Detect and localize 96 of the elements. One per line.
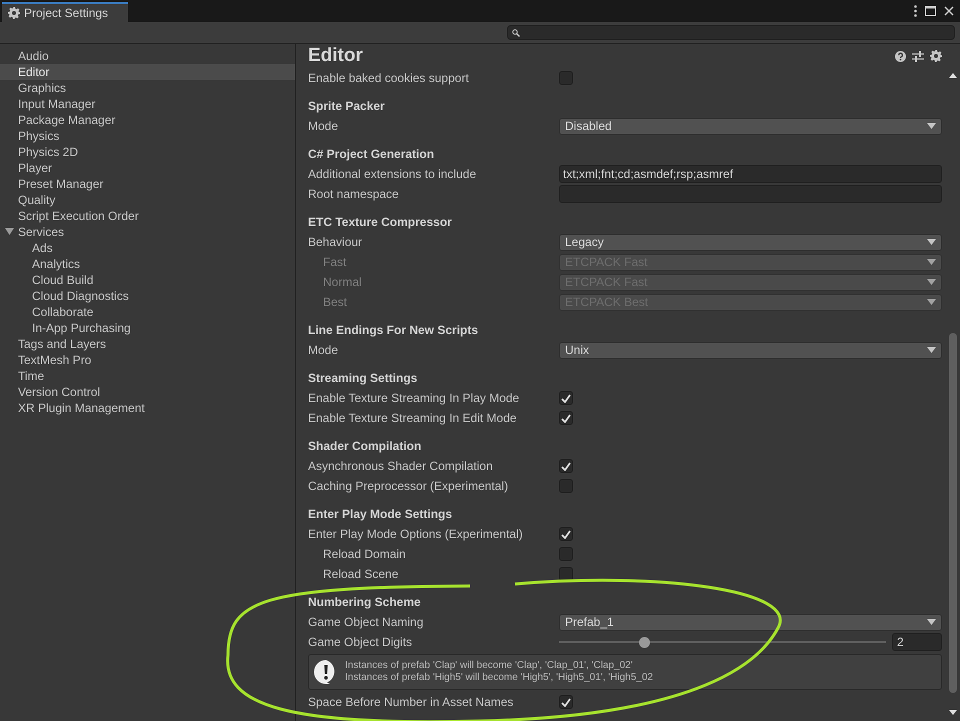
scroll-thumb[interactable] [949,333,957,693]
sidebar-item[interactable]: In-App Purchasing [0,320,295,336]
field-label: Reload Scene [323,567,398,581]
dropdown[interactable]: Unix [559,342,942,358]
checkbox[interactable] [559,479,573,493]
caret-icon [927,619,936,625]
caret-icon [927,239,936,245]
checkmark-icon [561,698,571,706]
sidebar-item[interactable]: Player [0,160,295,176]
sidebar-item[interactable]: XR Plugin Management [0,400,295,416]
caret-icon [927,299,936,305]
field-label: Space Before Number in Asset Names [308,695,514,709]
field-label: Mode [308,343,338,357]
section-heading: Line Endings For New Scripts [308,322,480,339]
more-options-icon[interactable] [914,5,917,17]
checkbox[interactable] [559,527,573,541]
sidebar-item[interactable]: Editor [0,64,295,80]
search-icon [512,28,520,36]
sidebar-item[interactable]: Input Manager [0,96,295,112]
scroll-up-icon[interactable] [949,73,957,78]
caret-icon [927,259,936,265]
field-label: Enable Texture Streaming In Play Mode [308,391,520,405]
checkmark-icon [561,530,571,538]
sidebar-item[interactable]: Audio [0,48,295,64]
checkbox[interactable] [559,695,573,709]
sidebar-item[interactable]: Physics 2D [0,144,295,160]
field-label: Game Object Naming [308,615,424,629]
field-label: Caching Preprocessor (Experimental) [308,479,508,493]
sidebar-item[interactable]: Script Execution Order [0,208,295,224]
sidebar-item[interactable]: Cloud Build [0,272,295,288]
gear-icon [8,7,20,19]
slider-thumb[interactable] [639,636,650,648]
checkbox[interactable] [559,391,573,405]
window-tab[interactable]: Project Settings [2,2,128,22]
dropdown[interactable]: Prefab_1 [559,614,942,630]
checkmark-icon [561,394,571,402]
field-label: Best [323,295,348,309]
maximize-icon[interactable] [925,6,936,16]
checkmark-icon [561,462,571,470]
sidebar-item[interactable]: Preset Manager [0,176,295,192]
text-field[interactable]: txt;xml;fnt;cd;asmdef;rsp;asmref [559,165,942,183]
section-heading: Shader Compilation [308,438,422,455]
checkbox[interactable] [559,567,573,581]
sidebar-item[interactable]: Analytics [0,256,295,272]
field-label: Enable Texture Streaming In Edit Mode [308,411,517,425]
sidebar-item[interactable]: Tags and Layers [0,336,295,352]
field-label: Asynchronous Shader Compilation [308,459,493,473]
window-title: Project Settings [24,6,108,20]
checkmark-icon [561,414,571,422]
sidebar-item[interactable]: Graphics [0,80,295,96]
checkbox[interactable] [559,411,573,425]
sidebar-item[interactable]: Ads [0,240,295,256]
field-label: Enter Play Mode Options (Experimental) [308,527,523,541]
field-label: Game Object Digits [308,635,412,649]
sidebar-item[interactable]: Collaborate [0,304,295,320]
section-heading: Enter Play Mode Settings [308,506,454,523]
section-heading: ETC Texture Compressor [308,214,453,231]
field-label: Enable baked cookies support [308,71,469,85]
expanded-arrow-icon[interactable] [5,228,14,236]
caret-icon [927,279,936,285]
dropdown[interactable]: Disabled [559,118,942,134]
sidebar-item[interactable]: Package Manager [0,112,295,128]
sidebar-item[interactable]: Physics [0,128,295,144]
checkbox[interactable] [559,547,573,561]
panel-title: Editor [308,45,363,67]
checkbox[interactable] [559,459,573,473]
settings-icon[interactable] [930,50,942,62]
sidebar-item[interactable]: Quality [0,192,295,208]
dropdown[interactable]: Legacy [559,234,942,250]
search-field[interactable] [507,25,955,40]
sidebar-item[interactable]: Services [0,224,295,240]
help-icon[interactable] [895,50,906,62]
field-label: Mode [308,119,338,133]
field-label: Reload Domain [323,547,406,561]
caret-icon [927,123,936,129]
number-field[interactable]: 2 [892,633,942,651]
caret-icon [927,347,936,353]
sidebar-item[interactable]: TextMesh Pro [0,352,295,368]
field-label: Behaviour [308,235,362,249]
sidebar-item[interactable]: Time [0,368,295,384]
scroll-down-icon[interactable] [949,710,957,715]
field-label: Normal [323,275,362,289]
section-heading: C# Project Generation [308,146,436,163]
field-label: Fast [323,255,346,269]
checkbox[interactable] [559,71,573,85]
help-text: Instances of prefab 'High5' will become 'High5', 'High5_01', 'High5_02 [345,672,653,684]
sidebar-item[interactable]: Cloud Diagnostics [0,288,295,304]
section-heading: Streaming Settings [308,370,418,387]
sliders-icon[interactable] [912,50,924,62]
help-text: Instances of prefab 'Clap' will become 'Clap', 'Clap_01', 'Clap_02' [345,660,634,672]
section-heading: Sprite Packer [308,98,386,115]
close-icon[interactable] [944,6,954,16]
section-heading: Numbering Scheme [308,594,422,611]
field-label: Additional extensions to include [308,167,476,181]
sidebar-item[interactable]: Version Control [0,384,295,400]
field-label: Root namespace [308,187,399,201]
